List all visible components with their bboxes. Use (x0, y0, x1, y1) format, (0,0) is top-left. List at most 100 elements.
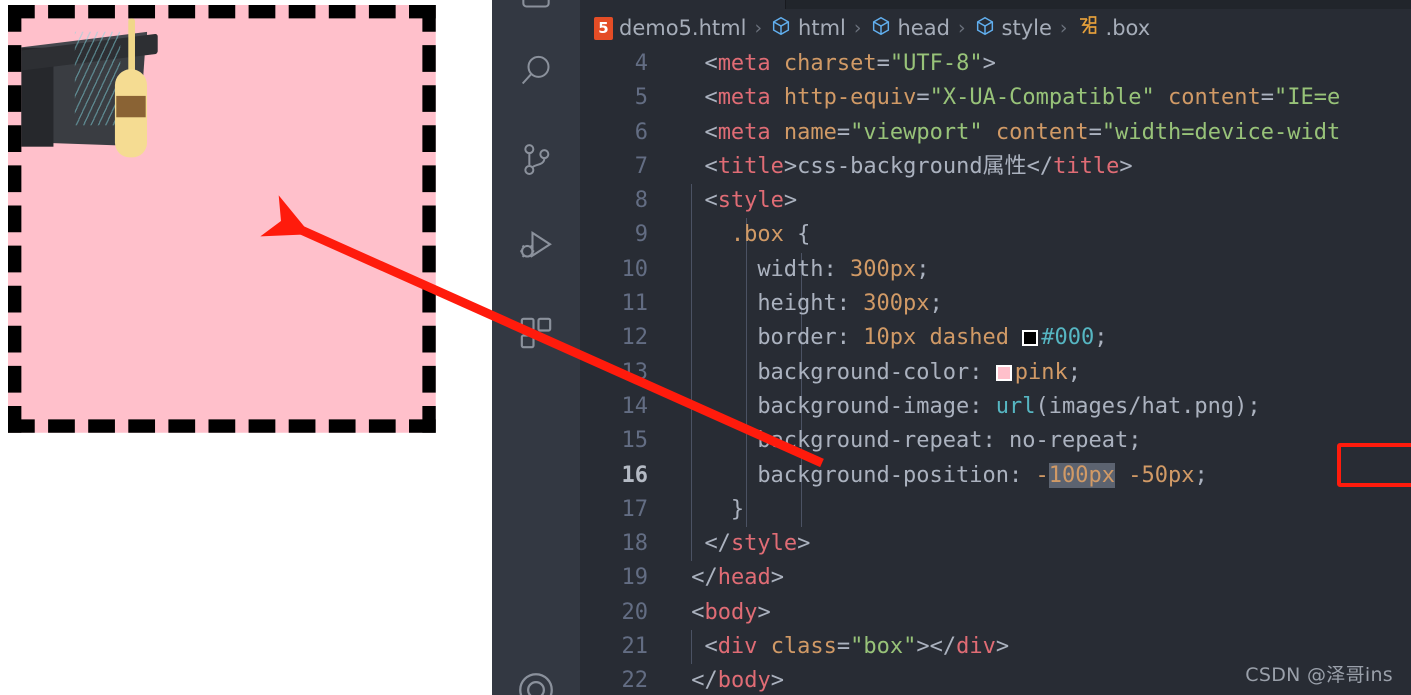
activity-item-search[interactable] (492, 36, 580, 106)
tab-demo5-html[interactable] (580, 0, 786, 9)
indent-guide (691, 458, 692, 493)
line-number: 12 (621, 325, 649, 351)
indent-guide (691, 630, 692, 665)
activity-item-settings[interactable] (492, 655, 580, 695)
indent-guide (746, 287, 747, 322)
indent-guide (691, 527, 692, 562)
indent-guide (691, 287, 692, 322)
code-line-text: </body> (691, 668, 784, 694)
line-number: 20 (621, 599, 649, 625)
line-number: 6 (634, 119, 648, 145)
indent-guide (691, 355, 692, 390)
indent-guide (691, 321, 692, 356)
code-line[interactable]: 12 border: 10px dashed #000; (580, 321, 1411, 356)
code-line[interactable]: 11 height: 300px; (580, 287, 1411, 322)
breadcrumb-box-label: .box (1105, 16, 1151, 40)
breadcrumb-item-head[interactable]: head (870, 15, 950, 42)
indent-guide (746, 252, 747, 288)
search-icon (516, 51, 556, 91)
line-number: 5 (634, 85, 648, 111)
code-line-text: <style> (704, 188, 798, 214)
code-line[interactable]: 19 </head> (580, 561, 1411, 595)
hat-background-image (21, 18, 158, 158)
breadcrumb-head-label: head (897, 16, 950, 40)
symbol-css-rule-icon (1076, 14, 1100, 43)
breadcrumb: 5 demo5.html › html › head › style › .bo… (580, 9, 1411, 47)
code-line-text: .box { (730, 222, 811, 248)
activity-item-extensions[interactable] (492, 298, 580, 368)
symbol-html-icon (770, 15, 792, 42)
run-and-debug-icon (515, 225, 557, 267)
breadcrumb-item-box-rule[interactable]: .box (1076, 14, 1151, 43)
breadcrumb-style-label: style (1001, 16, 1052, 40)
code-line[interactable]: 15 background-repeat: no-repeat; (580, 424, 1411, 459)
indent-guide (691, 218, 692, 253)
breadcrumb-separator-1: › (754, 17, 763, 39)
code-line[interactable]: 14 background-image: url(images/hat.png); (580, 389, 1411, 425)
breadcrumb-html-label: html (798, 16, 846, 40)
code-line[interactable]: 5 <meta http-equiv="X-UA-Compatible" cont… (580, 81, 1411, 115)
breadcrumb-item-style[interactable]: style (974, 15, 1052, 42)
activity-item-explorer[interactable] (492, 0, 580, 32)
breadcrumb-separator-3: › (957, 17, 966, 39)
settings-gear-icon (515, 669, 557, 695)
code-line-text: <body> (691, 599, 771, 625)
code-line-text: <div class="box"></div> (704, 634, 1010, 660)
line-number: 10 (621, 256, 649, 282)
hat-tassel-fringe (74, 31, 121, 126)
line-number: 17 (621, 496, 649, 522)
code-line[interactable]: 18 </style> (580, 527, 1411, 562)
code-line-text: width: 300px; (757, 256, 930, 282)
code-line-text: <meta charset="UTF-8"> (704, 51, 996, 76)
code-line[interactable]: 6 <meta name="viewport" content="width=de… (580, 116, 1411, 150)
code-line[interactable]: 9 .box { (580, 218, 1411, 253)
breadcrumb-file-label: demo5.html (619, 16, 747, 40)
activity-bar (492, 0, 580, 695)
hat-tassel-band (116, 95, 146, 118)
code-line[interactable]: 13 background-color: pink; (580, 355, 1411, 390)
code-line-text: height: 300px; (757, 291, 943, 317)
demo-box-element (8, 5, 436, 433)
code-line[interactable]: 20 <body> (580, 596, 1411, 630)
activity-item-run-debug[interactable] (492, 211, 580, 281)
vscode-window: 5 demo5.html › html › head › style › .bo… (492, 0, 1411, 695)
code-editor[interactable]: 4 <meta charset="UTF-8"> 5 <meta http-equiv… (580, 47, 1411, 695)
html5-file-icon: 5 (594, 16, 613, 40)
code-line[interactable]: 4 <meta charset="UTF-8"> (580, 47, 1411, 81)
indent-guide (746, 492, 747, 528)
extensions-icon (516, 313, 556, 353)
code-line-text: <meta http-equiv="X-UA-Compatible" conte… (704, 85, 1341, 111)
breadcrumb-item-html[interactable]: html (770, 15, 846, 42)
code-line[interactable]: 8 <style> (580, 184, 1411, 219)
line-number: 14 (621, 393, 649, 419)
line-number: 7 (634, 153, 648, 179)
line-number: 8 (634, 188, 648, 214)
line-number: 16 (621, 462, 649, 488)
indent-guide (746, 389, 747, 425)
line-number: 22 (621, 668, 649, 694)
activity-item-source-control[interactable] (492, 125, 580, 195)
line-number: 21 (621, 634, 649, 660)
symbol-html-icon (870, 15, 892, 42)
breadcrumb-item-file[interactable]: 5 demo5.html (594, 16, 746, 40)
screenshot-root: 5 demo5.html › html › head › style › .bo… (0, 0, 1411, 695)
indent-guide (691, 389, 692, 425)
line-number: 4 (634, 51, 648, 76)
browser-preview-pane (0, 0, 492, 695)
indent-guide (801, 492, 802, 528)
indent-guide (746, 424, 747, 459)
line-number: 19 (621, 565, 649, 591)
symbol-html-icon (974, 15, 996, 42)
source-control-icon (516, 140, 556, 180)
code-line[interactable]: 10 width: 300px; (580, 252, 1411, 288)
editor-tab-bar (580, 0, 1411, 9)
indent-guide (746, 321, 747, 356)
code-line[interactable]: 7 <title>css-background属性</title> (580, 150, 1411, 184)
line-number: 18 (621, 531, 649, 557)
explorer-icon (517, 0, 555, 16)
code-line[interactable]: 16 background-position: -100px -50px; (580, 458, 1411, 493)
code-line-text: } (730, 496, 745, 522)
code-line-text: background-color: pink; (757, 359, 1081, 385)
code-line[interactable]: 17} (580, 492, 1411, 528)
breadcrumb-separator-4: › (1059, 17, 1068, 39)
